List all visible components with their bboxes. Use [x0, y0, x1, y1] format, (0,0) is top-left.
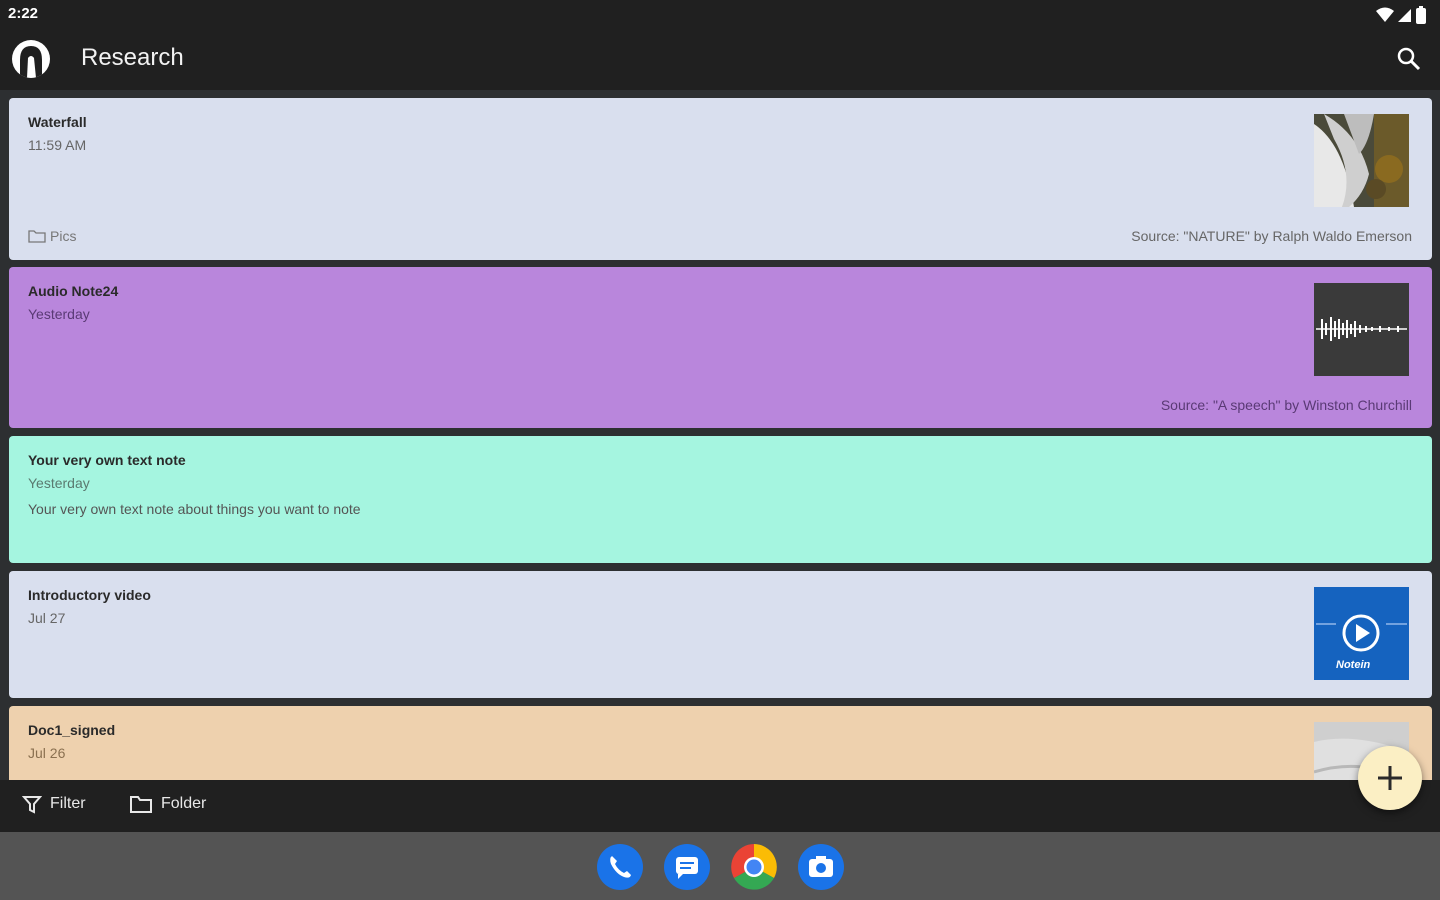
audio-waveform-thumbnail: [1314, 283, 1409, 376]
messages-app-icon[interactable]: [664, 844, 710, 890]
note-date: Jul 27: [28, 610, 66, 626]
note-title: Doc1_signed: [28, 722, 116, 738]
note-date: Jul 26: [28, 745, 66, 761]
note-title: Introductory video: [28, 587, 151, 603]
plus-icon: [1378, 766, 1402, 790]
video-thumbnail-brand: Notein: [1336, 659, 1371, 671]
folder-icon: [130, 796, 152, 813]
note-date: Yesterday: [28, 475, 90, 491]
note-source: Source: "A speech" by Winston Churchill: [1160, 397, 1412, 413]
bottom-bar: Filter Folder: [0, 780, 1440, 832]
note-title: Audio Note24: [28, 283, 119, 299]
note-card-video[interactable]: Introductory video Jul 27 Notein: [9, 571, 1432, 698]
note-card-audio[interactable]: Audio Note24 Yesterday Source: "A speech…: [9, 267, 1432, 428]
note-title: Waterfall: [28, 114, 87, 130]
battery-icon: [1416, 6, 1426, 24]
note-title: Your very own text note: [28, 452, 186, 468]
note-folder-label: Pics: [50, 228, 77, 244]
filter-icon: [22, 796, 42, 814]
notes-list[interactable]: Waterfall 11:59 AM Pics Source: "NATURE"…: [0, 90, 1440, 780]
waterfall-image-thumbnail: [1314, 114, 1409, 207]
note-date: 11:59 AM: [28, 137, 87, 153]
note-source: Source: "NATURE" by Ralph Waldo Emerson: [1131, 228, 1412, 244]
system-dock: [0, 832, 1440, 900]
folder-button[interactable]: Folder: [129, 794, 206, 814]
wifi-icon: [1376, 7, 1394, 22]
note-date: Yesterday: [28, 306, 90, 322]
status-time: 2:22: [8, 5, 39, 22]
camera-app-icon[interactable]: [798, 844, 844, 890]
note-body: Your very own text note about things you…: [28, 501, 361, 517]
note-card-text[interactable]: Your very own text note Yesterday Your v…: [9, 436, 1432, 563]
signal-icon: [1398, 9, 1411, 22]
page-title: Research: [81, 44, 184, 71]
folder-label: Folder: [161, 795, 207, 812]
add-note-button[interactable]: [1358, 746, 1422, 810]
note-card-waterfall[interactable]: Waterfall 11:59 AM Pics Source: "NATURE"…: [9, 98, 1432, 260]
folder-icon: [28, 230, 46, 243]
status-bar: 2:22: [0, 0, 1440, 30]
chrome-app-icon[interactable]: [731, 844, 777, 890]
app-bar: Research: [0, 30, 1440, 90]
search-icon: [1397, 47, 1421, 71]
filter-button[interactable]: Filter: [22, 794, 86, 814]
phone-app-icon[interactable]: [597, 844, 643, 890]
app-logo-icon[interactable]: [12, 40, 50, 78]
note-card-document[interactable]: Doc1_signed Jul 26: [9, 706, 1432, 780]
filter-label: Filter: [50, 795, 86, 812]
note-folder: Pics: [28, 228, 76, 244]
search-button[interactable]: [1394, 44, 1424, 74]
video-thumbnail: Notein: [1314, 587, 1409, 680]
status-icons: [1376, 6, 1426, 24]
